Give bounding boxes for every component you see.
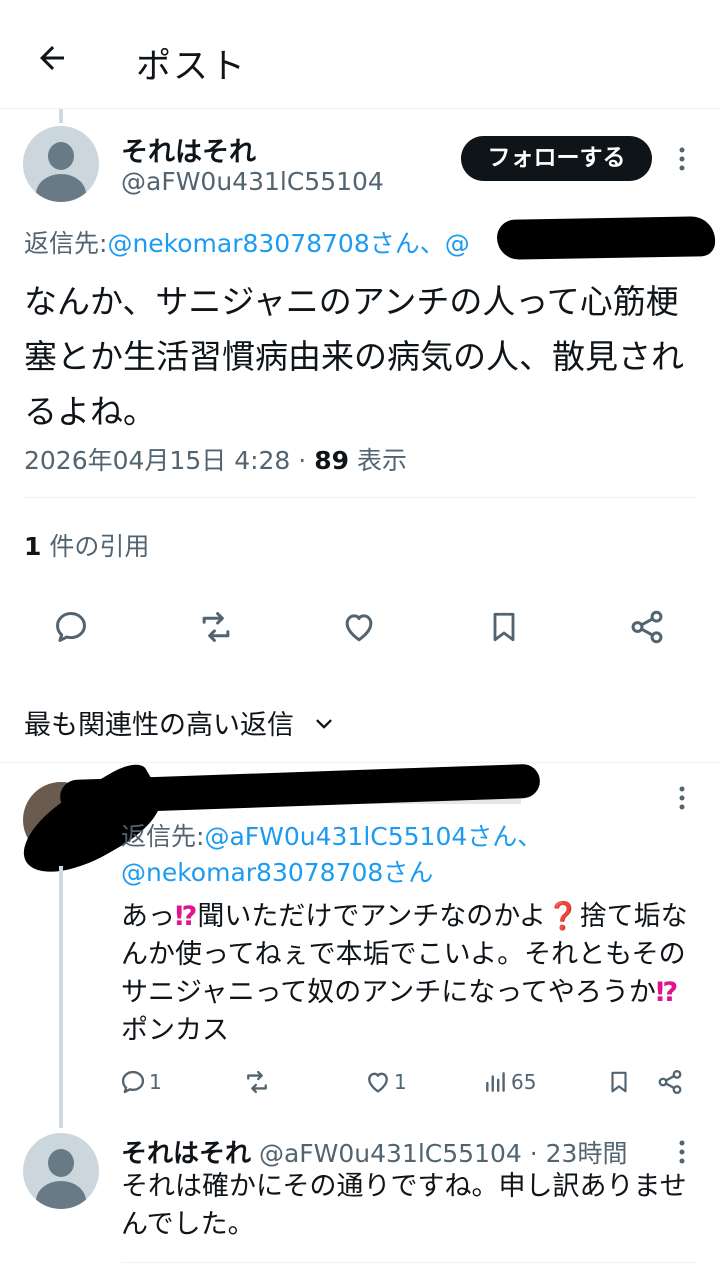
reply1-reply-button[interactable]: 1 (119, 1068, 162, 1096)
reply2-time[interactable]: 23時間 (546, 1139, 628, 1168)
reply2-header: それはそれ @aFW0u431lC55104 · 23時間 (121, 1133, 627, 1170)
question-mark-icon: ❓ (545, 901, 580, 932)
quotes-count: 1 (24, 532, 42, 561)
follow-button[interactable]: フォローする (461, 136, 652, 181)
chevron-down-icon (313, 711, 335, 742)
header-divider (0, 108, 720, 109)
share-icon (656, 1068, 684, 1096)
views-label: 表示 (356, 446, 407, 475)
repost-icon (242, 1068, 272, 1096)
bookmark-icon (606, 1068, 632, 1096)
analytics-icon (483, 1068, 509, 1096)
quotes-link[interactable]: 1 件の引用 (24, 527, 149, 563)
reply2-divider (121, 1262, 697, 1263)
reply1-bookmark-button[interactable] (606, 1068, 632, 1096)
reply1-view-count: 65 (511, 1070, 537, 1094)
main-post-reply-to: 返信先:@nekomar83078708さん、@ (24, 224, 470, 260)
reply1-views-button[interactable]: 65 (483, 1068, 536, 1096)
reply1-text-part1: あっ (121, 901, 175, 932)
back-arrow-icon[interactable] (34, 40, 70, 76)
header: ポスト (0, 0, 720, 108)
reply2-separator: · (529, 1139, 538, 1168)
like-icon[interactable] (340, 608, 378, 646)
thread-connector (59, 109, 63, 123)
exclamation-question-icon: ⁉ (175, 901, 198, 932)
reply-to-label: 返信先: (24, 229, 108, 258)
main-post-avatar[interactable] (23, 126, 99, 202)
thread-line (59, 866, 63, 1128)
exclamation-question-icon: ⁉ (655, 977, 679, 1008)
reply1-reply-to: 返信先:@aFW0u431lC55104さん、 @nekomar83078708さ… (121, 819, 681, 891)
reply1-reply-count: 1 (149, 1070, 162, 1094)
meta-divider (24, 497, 697, 498)
main-post-text: なんか、サニジャニのアンチの人って心筋梗塞とか生活習慣病由来の病気の人、散見され… (24, 282, 684, 431)
more-options-icon[interactable] (672, 784, 692, 812)
reply1-text-part4: ポンカス (121, 1015, 229, 1046)
main-post-handle[interactable]: @aFW0u431lC55104 (121, 167, 384, 196)
reply1-reply-to-handle2[interactable]: @nekomar83078708さん (121, 858, 433, 887)
reply1-like-button[interactable]: 1 (364, 1068, 407, 1096)
quotes-label: 件の引用 (49, 532, 150, 561)
page-title: ポスト (136, 47, 248, 87)
follow-button-label: フォローする (487, 145, 626, 171)
redaction-mark-1 (496, 216, 716, 260)
reply-icon[interactable] (52, 608, 90, 646)
more-options-icon[interactable] (672, 1138, 692, 1166)
bookmark-icon[interactable] (486, 608, 522, 646)
reply2-display-name[interactable]: それはそれ (121, 1139, 251, 1169)
reply1-reply-to-handle1[interactable]: @aFW0u431lC55104さん、 (204, 822, 542, 851)
reply1-reply-to-label: 返信先: (121, 822, 205, 851)
reply2-text: それは確かにその通りですね。申し訳ありませんでした。 (121, 1171, 687, 1240)
post-timestamp[interactable]: 2026年04月15日 4:28 (24, 446, 290, 475)
reply1-share-button[interactable] (656, 1068, 684, 1096)
more-options-icon[interactable] (672, 145, 692, 173)
sort-label: 最も関連性の高い返信 (24, 710, 294, 741)
main-post-display-name[interactable]: それはそれ (121, 130, 256, 169)
like-icon (364, 1068, 392, 1096)
repost-icon[interactable] (196, 608, 236, 646)
sort-replies-dropdown[interactable]: 最も関連性の高い返信 (24, 703, 335, 742)
reply1-repost-button[interactable] (242, 1068, 272, 1096)
views-count: 89 (314, 446, 349, 475)
sort-divider (0, 762, 720, 763)
reply1-text: あっ⁉聞いただけでアンチなのかよ❓捨て垢なんか使ってねぇで本垢でこいよ。それとも… (121, 898, 696, 1050)
main-post-meta: 2026年04月15日 4:28 · 89 表示 (24, 441, 407, 477)
meta-separator: · (298, 446, 307, 475)
reply1-like-count: 1 (394, 1070, 407, 1094)
reply-to-handle-extra[interactable]: @ (445, 229, 470, 258)
share-icon[interactable] (628, 608, 666, 646)
reply-icon (119, 1068, 147, 1096)
reply-to-handle[interactable]: @nekomar83078708さん、 (107, 229, 444, 258)
reply2-handle[interactable]: @aFW0u431lC55104 (259, 1139, 522, 1168)
reply1-text-part2: 聞いただけでアンチなのかよ (197, 901, 546, 932)
reply2-avatar[interactable] (23, 1133, 99, 1209)
